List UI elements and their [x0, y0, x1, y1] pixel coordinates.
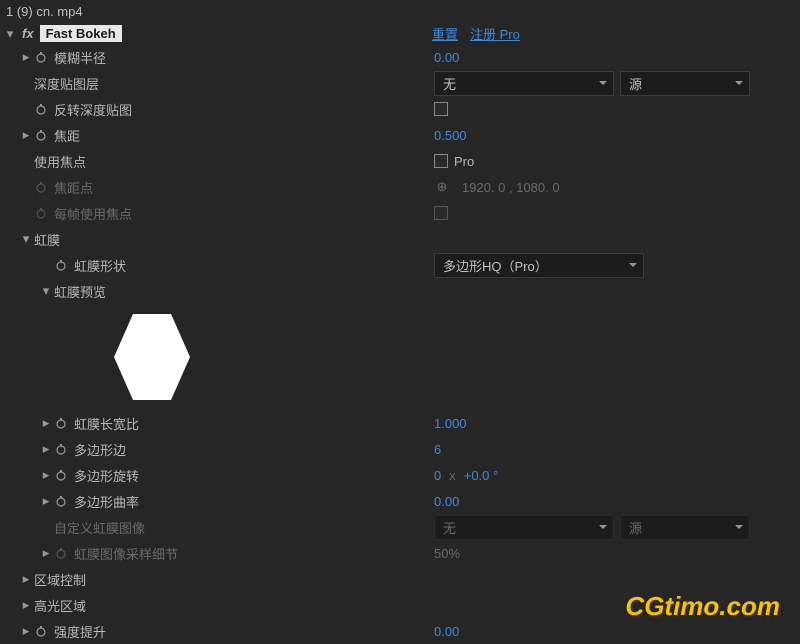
- param-row-use-focus: ▸ 使用焦点 Pro: [0, 148, 800, 174]
- param-label: 强度提升: [54, 622, 106, 641]
- param-row-iris-sampling: ▸ 虹膜图像采样细节 50%: [0, 540, 800, 566]
- param-label: 虹膜形状: [74, 256, 126, 275]
- param-value[interactable]: 0.500: [434, 128, 467, 143]
- stopwatch-icon[interactable]: [34, 50, 48, 64]
- twirl-icon[interactable]: ▾: [40, 283, 52, 299]
- twirl-icon[interactable]: ▸: [20, 597, 32, 613]
- param-row-intensity-boost: ▸ 强度提升 0.00: [0, 618, 800, 644]
- param-label: 多边形曲率: [74, 492, 139, 511]
- crosshair-icon: ⊕: [434, 179, 450, 195]
- rotation-degrees[interactable]: +0.0 °: [464, 468, 498, 483]
- param-row-region-control: ▸ 区域控制: [0, 566, 800, 592]
- stopwatch-icon[interactable]: [54, 258, 68, 272]
- param-value[interactable]: 0.00: [434, 50, 459, 65]
- param-value: 50%: [434, 546, 460, 561]
- checkbox-label: Pro: [454, 154, 474, 169]
- param-label: 每帧使用焦点: [54, 204, 132, 223]
- hexagon-preview: [114, 314, 190, 400]
- effect-header: ▾ fx Fast Bokeh 重置 注册 Pro: [0, 23, 800, 44]
- param-row-per-frame-focus: ▸ 每帧使用焦点: [0, 200, 800, 226]
- param-row-iris-preview: ▾ 虹膜预览: [0, 278, 800, 304]
- param-label: 多边形旋转: [74, 466, 139, 485]
- param-row-iris-curvature: ▸ 多边形曲率 0.00: [0, 488, 800, 514]
- param-label: 模糊半径: [54, 48, 106, 67]
- stopwatch-icon[interactable]: [34, 102, 48, 116]
- param-row-custom-iris-image: ▸ 自定义虹膜图像 无 源: [0, 514, 800, 540]
- param-label: 虹膜图像采样细节: [74, 544, 178, 563]
- twirl-icon[interactable]: ▾: [4, 26, 16, 42]
- param-row-iris-aspect: ▸ 虹膜长宽比 1.000: [0, 410, 800, 436]
- use-focus-checkbox[interactable]: [434, 154, 448, 168]
- param-row-iris-shape: ▸ 虹膜形状 多边形HQ（Pro）: [0, 252, 800, 278]
- param-label: 虹膜预览: [54, 282, 106, 301]
- stopwatch-icon[interactable]: [54, 468, 68, 482]
- twirl-icon[interactable]: ▸: [20, 127, 32, 143]
- depth-source-dropdown[interactable]: 源: [620, 71, 750, 96]
- iris-shape-dropdown[interactable]: 多边形HQ（Pro）: [434, 253, 644, 278]
- file-title: 1 (9) cn. mp4: [6, 4, 83, 19]
- param-row-depth-layer: ▸ 深度贴图层 无 源: [0, 70, 800, 96]
- param-label: 反转深度贴图: [54, 100, 132, 119]
- stopwatch-icon: [54, 546, 68, 560]
- param-row-iris-sides: ▸ 多边形边 6: [0, 436, 800, 462]
- custom-iris-source-dropdown: 源: [620, 515, 750, 540]
- twirl-icon[interactable]: ▸: [40, 467, 52, 483]
- title-bar: 1 (9) cn. mp4: [0, 0, 800, 23]
- twirl-icon[interactable]: ▸: [40, 441, 52, 457]
- twirl-icon[interactable]: ▾: [20, 231, 32, 247]
- param-label: 虹膜: [34, 230, 60, 249]
- stopwatch-icon[interactable]: [54, 494, 68, 508]
- stopwatch-icon[interactable]: [34, 624, 48, 638]
- register-link[interactable]: 注册 Pro: [470, 24, 520, 43]
- stopwatch-icon[interactable]: [54, 442, 68, 456]
- effect-name[interactable]: Fast Bokeh: [40, 25, 122, 42]
- param-label: 区域控制: [34, 570, 86, 589]
- twirl-icon[interactable]: ▸: [40, 545, 52, 561]
- param-label: 深度贴图层: [34, 74, 99, 93]
- param-label: 焦距点: [54, 178, 93, 197]
- param-label: 多边形边: [74, 440, 126, 459]
- stopwatch-icon[interactable]: [54, 416, 68, 430]
- param-value[interactable]: 1.000: [434, 416, 467, 431]
- twirl-icon[interactable]: ▸: [40, 493, 52, 509]
- twirl-icon[interactable]: ▸: [20, 49, 32, 65]
- param-value[interactable]: 6: [434, 442, 441, 457]
- rotation-turns[interactable]: 0: [434, 468, 441, 483]
- param-value[interactable]: 0.00: [434, 494, 459, 509]
- param-row-invert-depth: ▸ 反转深度贴图: [0, 96, 800, 122]
- iris-preview-area: [0, 304, 800, 410]
- param-row-iris: ▾ 虹膜: [0, 226, 800, 252]
- depth-layer-dropdown[interactable]: 无: [434, 71, 614, 96]
- stopwatch-icon[interactable]: [34, 128, 48, 142]
- custom-iris-dropdown: 无: [434, 515, 614, 540]
- reset-link[interactable]: 重置: [432, 24, 458, 43]
- param-row-focus-point: ▸ 焦距点 ⊕ 1920. 0 , 1080. 0: [0, 174, 800, 200]
- param-row-iris-rotation: ▸ 多边形旋转 0x+0.0 °: [0, 462, 800, 488]
- fx-icon[interactable]: fx: [20, 26, 36, 41]
- param-value: 1920. 0 , 1080. 0: [462, 180, 560, 195]
- twirl-icon[interactable]: ▸: [20, 623, 32, 639]
- twirl-icon[interactable]: ▸: [40, 415, 52, 431]
- param-row-blur-radius: ▸ 模糊半径 0.00: [0, 44, 800, 70]
- param-row-highlight-region: ▸ 高光区域: [0, 592, 800, 618]
- param-label: 虹膜长宽比: [74, 414, 139, 433]
- param-label: 焦距: [54, 126, 80, 145]
- per-frame-focus-checkbox: [434, 206, 448, 220]
- param-label: 自定义虹膜图像: [54, 518, 145, 537]
- param-label: 使用焦点: [34, 152, 86, 171]
- param-label: 高光区域: [34, 596, 86, 615]
- param-value[interactable]: 0.00: [434, 624, 459, 639]
- param-row-focal-length: ▸ 焦距 0.500: [0, 122, 800, 148]
- twirl-icon[interactable]: ▸: [20, 571, 32, 587]
- stopwatch-icon: [34, 180, 48, 194]
- invert-depth-checkbox[interactable]: [434, 102, 448, 116]
- stopwatch-icon: [34, 206, 48, 220]
